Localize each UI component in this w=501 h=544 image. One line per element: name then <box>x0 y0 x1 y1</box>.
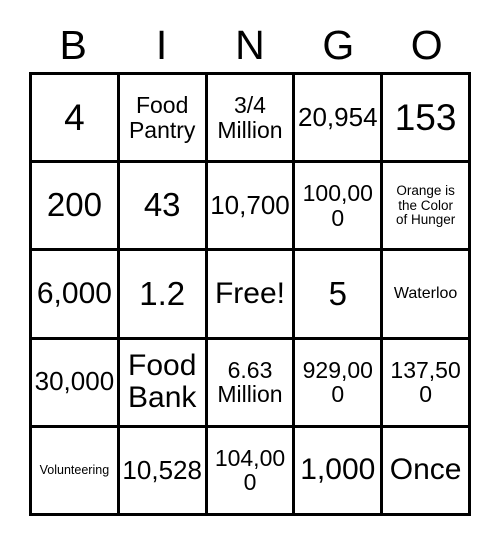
bingo-cell-n2[interactable]: 10,700 <box>207 163 296 252</box>
bingo-cell-label: 10,528 <box>122 454 202 485</box>
bingo-cell-o4[interactable]: 137,500 <box>383 339 471 428</box>
bingo-header-letter-b: B <box>59 21 87 68</box>
bingo-cell-b1[interactable]: 4 <box>32 75 120 164</box>
bingo-cell-g2[interactable]: 100,000 <box>295 163 384 252</box>
bingo-cell-o1[interactable]: 153 <box>383 75 471 164</box>
bingo-cell-g1[interactable]: 20,954 <box>295 75 384 164</box>
bingo-cell-label: 100,000 <box>302 180 373 231</box>
bingo-cell-i5[interactable]: 10,528 <box>119 427 208 516</box>
bingo-cell-label: 4 <box>64 96 85 138</box>
bingo-cell-label: 6,000 <box>36 277 112 311</box>
bingo-cell-label: 153 <box>394 96 457 138</box>
bingo-cell-b3[interactable]: 6,000 <box>32 251 120 340</box>
bingo-cell-label: 30,000 <box>34 366 115 397</box>
bingo-header-letter-o: O <box>410 21 443 68</box>
bingo-cell-label: 43 <box>143 186 181 224</box>
bingo-cell-b4[interactable]: 30,000 <box>32 339 120 428</box>
bingo-cell-label: 5 <box>328 274 347 312</box>
bingo-cell-label: 104,000 <box>214 445 286 496</box>
bingo-cell-i3[interactable]: 1.2 <box>119 251 208 340</box>
bingo-cell-label: Once <box>389 453 462 487</box>
bingo-cell-i2[interactable]: 43 <box>119 163 208 252</box>
bingo-grid: 4 Food Pantry 3/4 Million 20,954 153 200… <box>29 72 471 516</box>
bingo-cell-label: Food Bank <box>128 349 197 415</box>
bingo-cell-label: 1,000 <box>300 453 376 487</box>
bingo-header-letter-n: N <box>235 21 265 68</box>
bingo-cell-label: 1.2 <box>139 274 186 312</box>
bingo-cell-label: 20,954 <box>298 101 378 132</box>
bingo-cell-label: 929,000 <box>302 356 373 408</box>
bingo-cell-b5[interactable]: Volunteering <box>32 427 120 516</box>
bingo-cell-label: Food Pantry <box>128 92 196 143</box>
bingo-cell-label: Volunteering <box>39 462 110 477</box>
bingo-card: B I N G O 4 Food Pantry 3/4 Million 20,9… <box>0 0 501 544</box>
bingo-cell-label: Waterloo <box>393 284 458 302</box>
bingo-cell-g5[interactable]: 1,000 <box>295 427 384 516</box>
bingo-header-letter-g: G <box>322 21 355 68</box>
bingo-cell-label: 6.63 Million <box>217 356 283 408</box>
bingo-cell-label: Orange is the Color of Hunger <box>395 183 456 227</box>
bingo-cell-o3[interactable]: Waterloo <box>383 251 471 340</box>
bingo-cell-n4[interactable]: 6.63 Million <box>207 339 296 428</box>
bingo-cell-i1[interactable]: Food Pantry <box>119 75 208 164</box>
bingo-cell-label: 137,500 <box>390 356 461 408</box>
bingo-cell-o2[interactable]: Orange is the Color of Hunger <box>383 163 471 252</box>
bingo-cell-i4[interactable]: Food Bank <box>119 339 208 428</box>
bingo-cell-label: 200 <box>46 186 102 224</box>
bingo-cell-label: 3/4 Million <box>217 92 283 143</box>
bingo-cell-b2[interactable]: 200 <box>32 163 120 252</box>
bingo-cell-o5[interactable]: Once <box>383 427 471 516</box>
bingo-cell-g3[interactable]: 5 <box>295 251 384 340</box>
bingo-cell-g4[interactable]: 929,000 <box>295 339 384 428</box>
bingo-cell-label: 10,700 <box>210 190 290 221</box>
bingo-header-row: B I N G O <box>29 18 471 72</box>
bingo-cell-free-space[interactable]: Free! <box>207 251 296 340</box>
bingo-cell-label: Free! <box>214 277 285 311</box>
bingo-cell-n1[interactable]: 3/4 Million <box>207 75 296 164</box>
bingo-header-letter-i: I <box>155 21 168 68</box>
bingo-cell-n5[interactable]: 104,000 <box>207 427 296 516</box>
